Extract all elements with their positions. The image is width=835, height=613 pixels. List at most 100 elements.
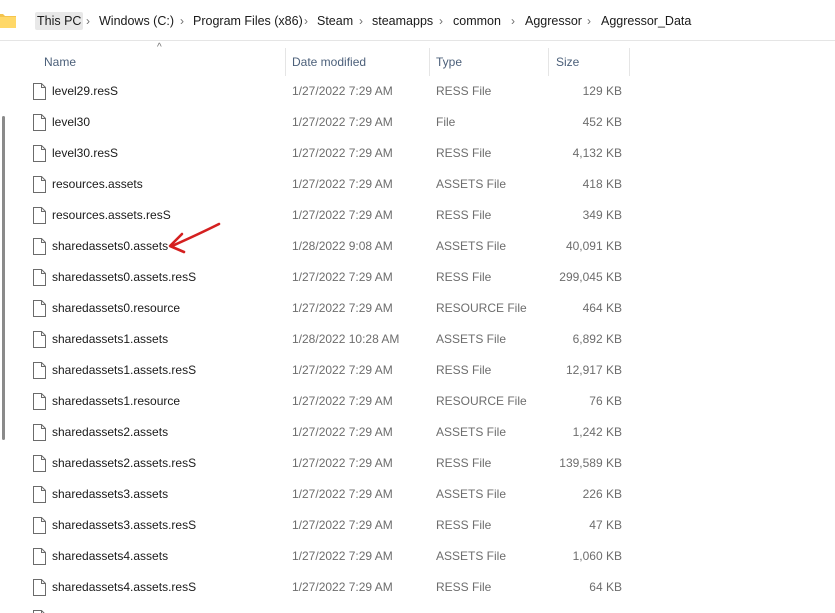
file-size: 226 KB [582,487,622,501]
file-type: RESS File [436,84,492,98]
file-row[interactable]: sharedassets1.resource 1/27/2022 7:29 AM R… [0,386,835,417]
file-date-modified: 1/27/2022 7:29 AM [292,301,393,315]
file-name: sharedassets4.assets [52,549,169,563]
file-size: 4,132 KB [572,146,622,160]
file-icon [33,362,46,379]
file-date-modified: 1/27/2022 7:29 AM [292,270,393,284]
breadcrumb-common[interactable]: common [453,12,501,30]
file-size [554,603,622,613]
file-date-modified: 1/27/2022 7:29 AM [292,580,393,594]
file-icon [33,238,46,255]
file-name: level29.resS [52,84,119,98]
breadcrumb-program-files[interactable]: Program Files (x86) [193,12,303,30]
file-type: RESS File [436,270,492,284]
breadcrumb-separator-icon[interactable]: › [511,12,515,30]
file-row[interactable]: level30 1/27/2022 7:29 AM File 452 KB [0,107,835,138]
column-divider[interactable] [429,48,430,76]
sort-ascending-icon: ^ [157,42,162,53]
folder-icon [0,14,16,28]
file-size: 64 KB [589,580,622,594]
file-name: resources.assets.resS [52,208,171,222]
file-type: RESS File [436,580,492,594]
column-header-row: ^ Name Date modified Type Size [0,42,835,76]
breadcrumb-aggressor-data[interactable]: Aggressor_Data [601,12,691,30]
file-row[interactable]: sharedassets0.assets 1/28/2022 9:08 AM ASS… [0,231,835,262]
breadcrumb-this-pc[interactable]: This PC [35,12,84,30]
file-row[interactable]: sharedassets0.assets.resS 1/27/2022 7:29 … [0,262,835,293]
file-date-modified: 1/27/2022 7:29 AM [292,549,393,563]
file-row[interactable]: level29.resS 1/27/2022 7:29 AM RESS File 12… [0,76,835,107]
breadcrumb-separator-icon[interactable]: › [304,12,308,30]
file-size: 464 KB [582,301,622,315]
file-date-modified: 1/28/2022 10:28 AM [292,332,400,346]
column-header-type[interactable]: Type [436,48,462,76]
file-name: sharedassets2.assets [52,425,169,439]
file-date-modified: 1/27/2022 7:29 AM [292,487,393,501]
breadcrumb-separator-icon[interactable]: › [86,12,90,30]
file-icon [33,269,46,286]
file-icon [33,300,46,317]
file-date-modified: 1/27/2022 7:29 AM [292,115,393,129]
file-type: RESS File [436,518,492,532]
file-row[interactable]: sharedassets1.assets.resS 1/27/2022 7:29 … [0,355,835,386]
breadcrumb-steam[interactable]: Steam [317,12,353,30]
file-icon [33,486,46,503]
file-name: sharedassets4.assets.resS [52,580,197,594]
file-date-modified: 1/28/2022 9:08 AM [292,239,393,253]
file-name: sharedassets1.assets [52,332,169,346]
file-size: 12,917 KB [565,363,622,377]
file-row[interactable]: sharedassets0.resource 1/27/2022 7:29 AM R… [0,293,835,324]
file-row[interactable]: sharedassets3.assets 1/27/2022 7:29 AM ASS… [0,479,835,510]
file-row[interactable]: sharedassets4.assets 1/27/2022 7:29 AM ASS… [0,541,835,572]
file-date-modified: 1/27/2022 7:29 AM [292,177,393,191]
file-row[interactable]: sharedassets4.assets.resS 1/27/2022 7:29 … [0,572,835,603]
file-row[interactable]: sharedassets3.assets.resS 1/27/2022 7:29 … [0,510,835,541]
file-name: sharedassets2.assets.resS [52,456,197,470]
file-name: sharedassets0.assets.resS [52,270,197,284]
file-row[interactable]: sharedassets2.assets.resS 1/27/2022 7:29 … [0,448,835,479]
breadcrumb-separator-icon[interactable]: › [587,12,591,30]
file-size: 1,242 KB [572,425,622,439]
breadcrumb-separator-icon[interactable]: › [180,12,184,30]
file-icon [33,393,46,410]
column-header-date[interactable]: Date modified [292,48,366,76]
file-row[interactable]: sharedassets1.assets 1/28/2022 10:28 AM AS… [0,324,835,355]
file-row[interactable] [0,603,835,613]
file-type: File [436,115,456,129]
breadcrumb-separator-icon[interactable]: › [359,12,363,30]
file-size: 40,091 KB [565,239,622,253]
file-date-modified: 1/27/2022 7:29 AM [292,518,393,532]
file-size: 6,892 KB [572,332,622,346]
column-divider[interactable] [548,48,549,76]
file-row[interactable]: level30.resS 1/27/2022 7:29 AM RESS File 4,… [0,138,835,169]
file-row[interactable]: resources.assets.resS 1/27/2022 7:29 AM RE… [0,200,835,231]
file-name: sharedassets0.resource [52,301,181,315]
column-header-name[interactable]: Name [44,48,76,76]
file-size: 76 KB [589,394,622,408]
file-size: 299,045 KB [559,270,622,284]
column-divider[interactable] [629,48,630,76]
file-icon [33,176,46,193]
column-header-size[interactable]: Size [556,48,579,76]
file-type: RESS File [436,456,492,470]
breadcrumb-steamapps[interactable]: steamapps [372,12,433,30]
file-row[interactable]: sharedassets2.assets 1/27/2022 7:29 AM ASS… [0,417,835,448]
file-size: 452 KB [582,115,622,129]
file-icon [33,83,46,100]
breadcrumb-windows-c[interactable]: Windows (C:) [99,12,174,30]
file-name: sharedassets3.assets.resS [52,518,197,532]
file-type: ASSETS File [436,549,507,563]
breadcrumb-aggressor[interactable]: Aggressor [525,12,582,30]
file-icon [33,145,46,162]
breadcrumb-separator-icon[interactable]: › [439,12,443,30]
file-date-modified: 1/27/2022 7:29 AM [292,208,393,222]
column-divider[interactable] [285,48,286,76]
file-date-modified: 1/27/2022 7:29 AM [292,425,393,439]
file-name: sharedassets0.assets [52,239,169,253]
file-row[interactable]: resources.assets 1/27/2022 7:29 AM ASSETS … [0,169,835,200]
file-type: ASSETS File [436,332,507,346]
address-bar[interactable]: This PC › Windows (C:) › Program Files (… [0,0,835,41]
file-type: ASSETS File [436,177,507,191]
file-type: ASSETS File [436,487,507,501]
file-name: level30 [52,115,91,129]
